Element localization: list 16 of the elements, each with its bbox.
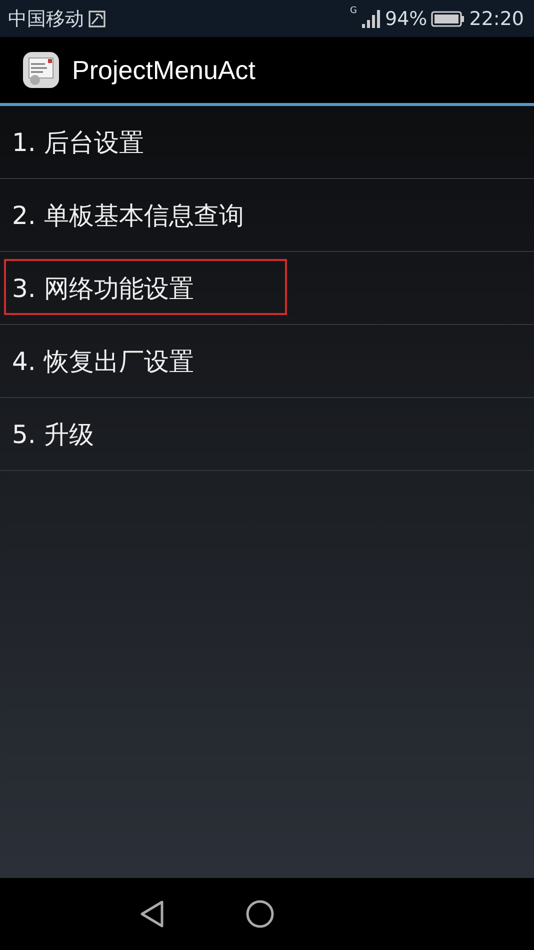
network-type: G: [350, 6, 357, 16]
clock-time: 22:20: [469, 8, 524, 30]
home-icon[interactable]: [245, 899, 275, 929]
battery-icon: [431, 10, 466, 28]
screenshot-icon: [88, 10, 106, 28]
battery-percent: 94%: [385, 8, 428, 30]
menu-item[interactable]: 2. 单板基本信息查询: [0, 198, 244, 232]
app-title: ProjectMenuAct: [72, 54, 256, 86]
menu-item[interactable]: 5. 升级: [0, 418, 94, 450]
app-icon: [22, 51, 60, 89]
back-icon[interactable]: [139, 900, 165, 928]
signal-icon: [361, 8, 381, 28]
carrier-name: 中国移动: [8, 6, 84, 32]
menu-item[interactable]: 4. 恢复出厂设置: [0, 344, 194, 378]
menu-item[interactable]: 3. 网络功能设置: [0, 272, 194, 304]
menu-item[interactable]: 1. 后台设置: [0, 126, 144, 158]
